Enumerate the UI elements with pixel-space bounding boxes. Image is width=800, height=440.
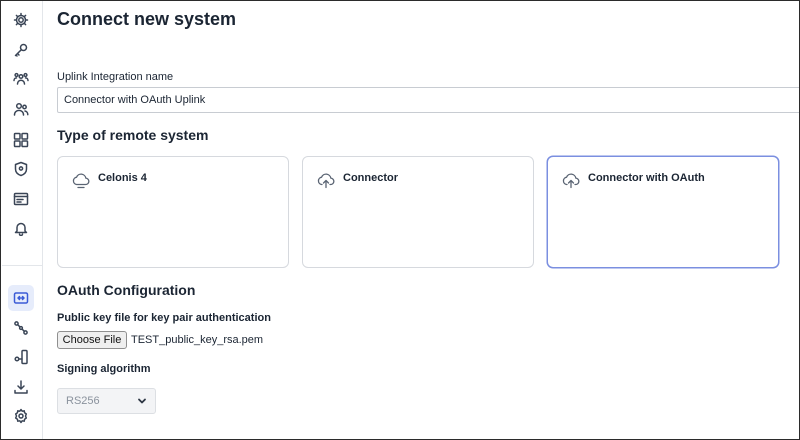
nodes-icon[interactable] — [8, 315, 34, 341]
cloud-upload-icon — [316, 171, 336, 189]
integration-name-input[interactable] — [57, 87, 800, 113]
card-label: Connector with OAuth — [588, 172, 705, 184]
signing-algorithm-select[interactable]: RS256 — [57, 388, 156, 414]
apps-icon[interactable] — [8, 127, 34, 153]
bell-icon[interactable] — [8, 215, 34, 241]
settings-cog-icon[interactable] — [8, 403, 34, 429]
list-panel-icon[interactable] — [8, 186, 34, 212]
remote-system-card-connector[interactable]: Connector — [302, 156, 534, 268]
cloud-icon — [71, 171, 91, 189]
key-file-label: Public key file for key pair authenticat… — [57, 312, 271, 324]
download-icon[interactable] — [8, 374, 34, 400]
device-icon[interactable] — [8, 344, 34, 370]
shield-icon[interactable] — [8, 156, 34, 182]
card-label: Celonis 4 — [98, 172, 147, 184]
signing-algorithm-label: Signing algorithm — [57, 363, 151, 375]
chevron-down-icon — [138, 398, 146, 404]
selected-file-name: TEST_public_key_rsa.pem — [131, 334, 264, 346]
remote-system-card-connector-oauth[interactable]: Connector with OAuth — [547, 156, 779, 268]
oauth-config-title: OAuth Configuration — [57, 282, 196, 298]
cloud-upload-icon — [561, 171, 581, 189]
card-label: Connector — [343, 172, 398, 184]
sidebar-divider — [2, 265, 43, 266]
page-title: Connect new system — [57, 9, 237, 29]
connection-icon[interactable] — [8, 285, 34, 311]
signing-algorithm-value: RS256 — [66, 395, 100, 407]
gear-icon[interactable] — [8, 7, 34, 33]
choose-file-button[interactable]: Choose File — [57, 331, 127, 349]
users-icon[interactable] — [8, 96, 34, 122]
remote-system-card-celonis4[interactable]: Celonis 4 — [57, 156, 289, 268]
team-icon[interactable] — [8, 66, 34, 92]
sidebar — [1, 1, 43, 439]
key-icon[interactable] — [8, 37, 34, 63]
remote-system-title: Type of remote system — [57, 127, 209, 143]
integration-name-label: Uplink Integration name — [57, 71, 174, 83]
